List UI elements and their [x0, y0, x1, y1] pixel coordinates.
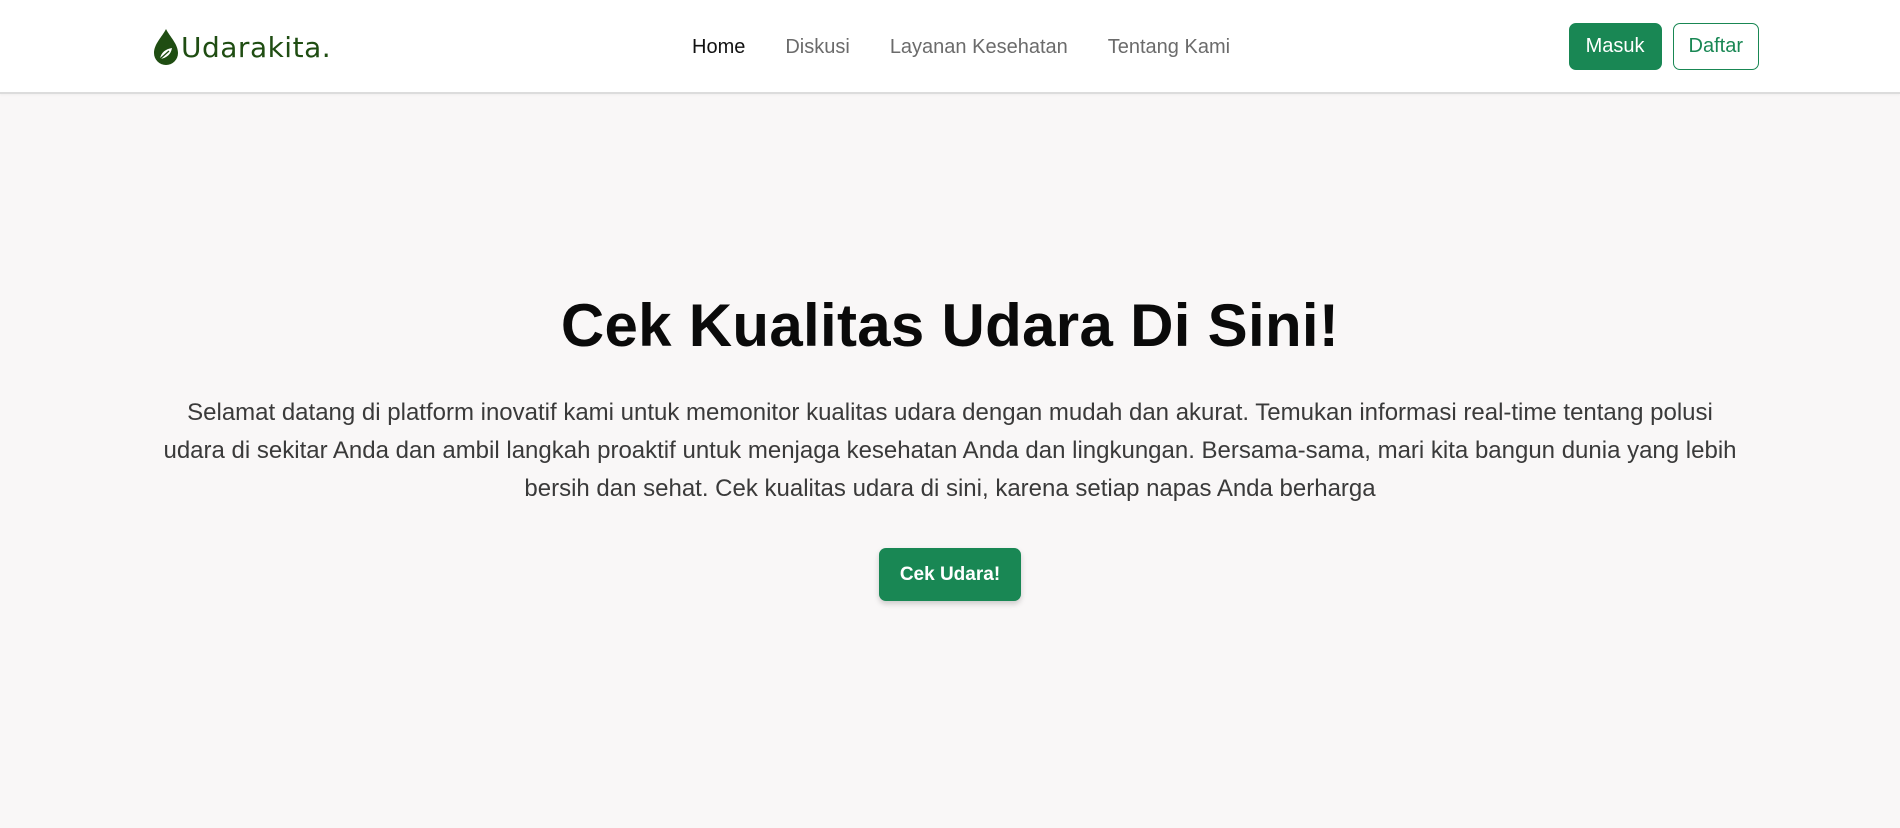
hero-description: Selamat datang di platform inovatif kami…: [163, 399, 1737, 502]
nav-link-tentang-kami[interactable]: Tentang Kami: [1108, 36, 1230, 59]
nav-link-home[interactable]: Home: [692, 36, 745, 59]
register-button[interactable]: Daftar: [1672, 23, 1759, 70]
main-nav: Home Diskusi Layanan Kesehatan Tentang K…: [692, 36, 1270, 59]
brand-name: Udarakita.: [181, 30, 332, 64]
login-button[interactable]: Masuk: [1568, 23, 1662, 70]
auth-actions: Masuk Daftar: [1568, 23, 1759, 70]
check-air-button[interactable]: Cek Udara!: [878, 548, 1022, 601]
hero-title: Cek Kualitas Udara Di Sini!: [560, 292, 1340, 359]
nav-link-diskusi[interactable]: Diskusi: [785, 36, 849, 59]
hero-section: Cek Kualitas Udara Di Sini! Selamat data…: [0, 96, 1900, 601]
brand-logo-link[interactable]: Udarakita.: [152, 27, 331, 67]
nav-link-layanan-kesehatan[interactable]: Layanan Kesehatan: [890, 36, 1068, 59]
leaf-drop-icon: [154, 29, 178, 65]
navbar: Udarakita. Home Diskusi Layanan Kesehata…: [0, 0, 1900, 94]
